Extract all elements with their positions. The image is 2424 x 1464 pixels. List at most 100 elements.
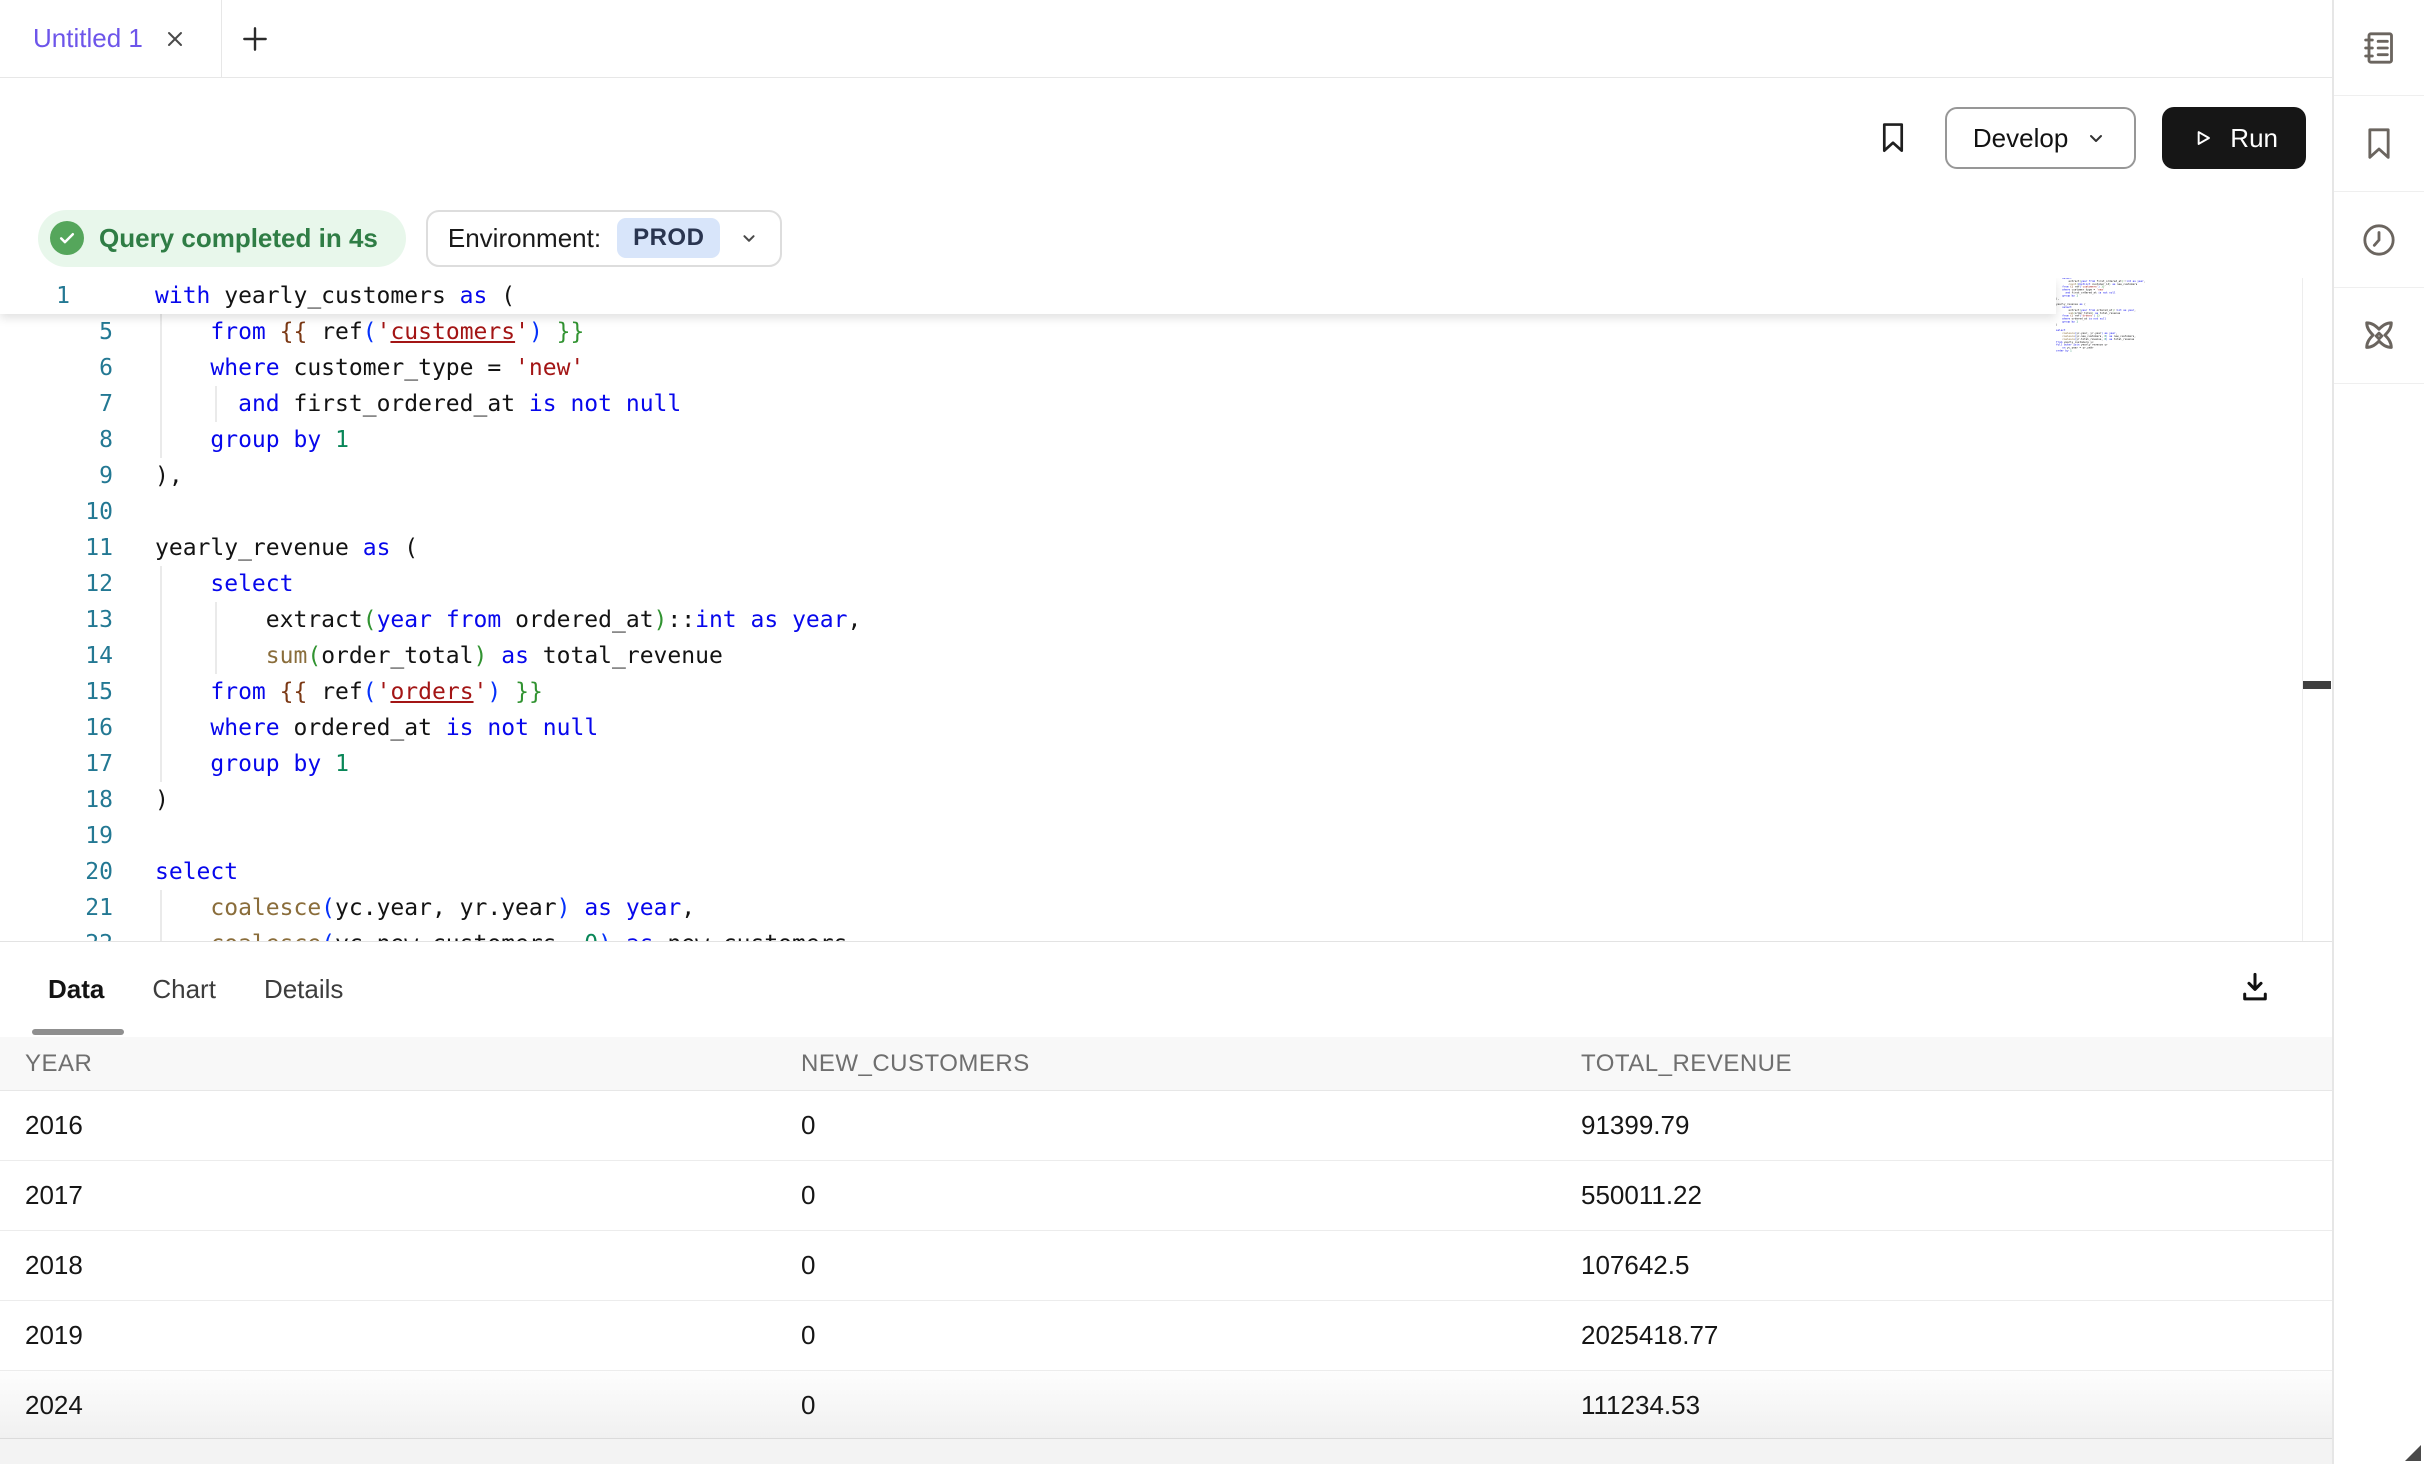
- code-line-number: 18: [0, 782, 113, 818]
- code-token: [266, 679, 280, 705]
- table-row[interactable]: 2016091399.79: [0, 1091, 2332, 1161]
- code-token: [155, 751, 210, 777]
- sidebar-item-notebook[interactable]: [2334, 0, 2424, 96]
- indent-guide: [160, 710, 162, 746]
- code-line[interactable]: 21 coalesce(yc.year, yr.year) as year,: [0, 890, 2332, 926]
- code-line[interactable]: 12 select: [0, 566, 2332, 602]
- table-cell: 0: [776, 1390, 1556, 1421]
- code-token: null: [626, 391, 681, 417]
- code-token: group: [210, 751, 279, 777]
- code-line-number: 5: [0, 314, 113, 350]
- code-token: ,: [2144, 280, 2146, 283]
- resize-grip[interactable]: [2405, 1445, 2421, 1461]
- code-token: group: [2062, 320, 2070, 323]
- editor-tab-bar: Untitled 1: [0, 0, 2332, 78]
- indent-guide: [160, 638, 162, 674]
- run-button[interactable]: Run: [2162, 107, 2306, 169]
- run-label: Run: [2230, 123, 2278, 154]
- column-header-total_revenue: TOTAL_REVENUE: [1556, 1050, 2332, 1078]
- results-table-body: 2016091399.7920170550011.2220180107642.5…: [0, 1091, 2332, 1441]
- code-token: ref: [307, 679, 362, 705]
- code-line[interactable]: 16 where ordered_at is not null: [0, 710, 2332, 746]
- code-line-content: where customer_type = 'new': [113, 350, 584, 386]
- close-tab-icon[interactable]: [163, 27, 187, 51]
- code-line[interactable]: 17 group by 1: [0, 746, 2332, 782]
- code-token: as: [363, 535, 391, 561]
- code-line[interactable]: 22 coalesce(yc.new_customers, 0) as new_…: [0, 926, 2332, 941]
- code-token: [155, 391, 238, 417]
- develop-dropdown[interactable]: Develop: [1945, 107, 2136, 169]
- code-token: [321, 751, 335, 777]
- bookmark-button[interactable]: [1874, 119, 1912, 157]
- code-token: is: [529, 391, 557, 417]
- code-line[interactable]: 15 from {{ ref('orders') }}: [0, 674, 2332, 710]
- code-token: from: [210, 679, 265, 705]
- code-token: first_ordered_at: [280, 391, 529, 417]
- code-line[interactable]: 10: [0, 494, 2332, 530]
- download-results-button[interactable]: [2236, 968, 2274, 1006]
- code-line[interactable]: 9),: [0, 458, 2332, 494]
- code-token: }}: [557, 319, 585, 345]
- code-token: new_customers: [2115, 282, 2137, 285]
- code-token: coalesce: [210, 931, 321, 941]
- code-token: ,: [847, 607, 861, 633]
- code-line[interactable]: 20select: [0, 854, 2332, 890]
- table-cell: 0: [776, 1320, 1556, 1351]
- results-panel: Data Chart Details YEARNEW_CUSTOMERSTOTAL_…: [0, 941, 2332, 1464]
- code-token: ordered_at: [280, 715, 446, 741]
- code-token: [543, 319, 557, 345]
- code-token: 1: [2070, 349, 2072, 352]
- code-token: [280, 751, 294, 777]
- sticky-scroll-line: 1with yearly_customers as (: [0, 278, 2056, 314]
- minimap[interactable]: with yearly_customers as ( select extrac…: [2056, 278, 2306, 404]
- code-line[interactable]: 1with yearly_customers as (: [0, 278, 515, 314]
- sql-code-editor[interactable]: 1with yearly_customers as ( 5 from {{ re…: [0, 278, 2332, 941]
- indent-guide: [160, 386, 162, 422]
- table-cell: 550011.22: [1556, 1180, 2332, 1211]
- environment-selector[interactable]: Environment: PROD: [426, 210, 783, 267]
- code-line[interactable]: 5 from {{ ref('customers') }}: [0, 314, 2332, 350]
- sidebar-item-lineage[interactable]: [2334, 288, 2424, 384]
- code-token: select: [210, 571, 293, 597]
- tab-untitled-1[interactable]: Untitled 1: [0, 0, 222, 77]
- active-tab-underline: [32, 1029, 124, 1035]
- code-token: as: [501, 643, 529, 669]
- table-row[interactable]: 201902025418.77: [0, 1301, 2332, 1371]
- code-line[interactable]: 13 extract(year from ordered_at)::int as…: [0, 602, 2332, 638]
- results-tab-details[interactable]: Details: [264, 974, 343, 1005]
- results-tab-data[interactable]: Data: [48, 974, 104, 1005]
- code-token: [778, 607, 792, 633]
- sidebar-item-history[interactable]: [2334, 192, 2424, 288]
- code-token: ): [654, 607, 668, 633]
- table-row[interactable]: 20180107642.5: [0, 1231, 2332, 1301]
- table-row[interactable]: 20170550011.22: [0, 1161, 2332, 1231]
- code-line-number: 9: [0, 458, 113, 494]
- sidebar-item-bookmarks[interactable]: [2334, 96, 2424, 192]
- code-token: ,: [681, 895, 695, 921]
- code-line[interactable]: 8 group by 1: [0, 422, 2332, 458]
- code-token: order: [2056, 349, 2064, 352]
- editor-scrollbar-thumb[interactable]: [2303, 681, 2331, 689]
- code-token: [155, 679, 210, 705]
- results-table-header: YEARNEW_CUSTOMERSTOTAL_REVENUE: [0, 1037, 2332, 1091]
- code-line[interactable]: 11yearly_revenue as (: [0, 530, 2332, 566]
- code-line[interactable]: 18): [0, 782, 2332, 818]
- code-token: [612, 931, 626, 941]
- results-tab-chart[interactable]: Chart: [152, 974, 216, 1005]
- table-cell: 0: [776, 1110, 1556, 1141]
- code-line[interactable]: 7 and first_ordered_at is not null: [0, 386, 2332, 422]
- table-row[interactable]: 20240111234.53: [0, 1371, 2332, 1441]
- code-line[interactable]: 6 where customer_type = 'new': [0, 350, 2332, 386]
- code-token: coalesce: [210, 895, 321, 921]
- code-token: (: [390, 535, 418, 561]
- code-token: [155, 643, 266, 669]
- code-token: (: [321, 931, 335, 941]
- code-line[interactable]: 19: [0, 818, 2332, 854]
- editor-scrollbar-track: [2302, 278, 2331, 941]
- code-token: not: [487, 715, 529, 741]
- horizontal-scrollbar-track[interactable]: [0, 1438, 2332, 1464]
- code-line[interactable]: 14 sum(order_total) as total_revenue: [0, 638, 2332, 674]
- results-tab-bar: Data Chart Details: [0, 942, 2332, 1037]
- code-line-number: 17: [0, 746, 113, 782]
- new-tab-button[interactable]: [239, 0, 271, 77]
